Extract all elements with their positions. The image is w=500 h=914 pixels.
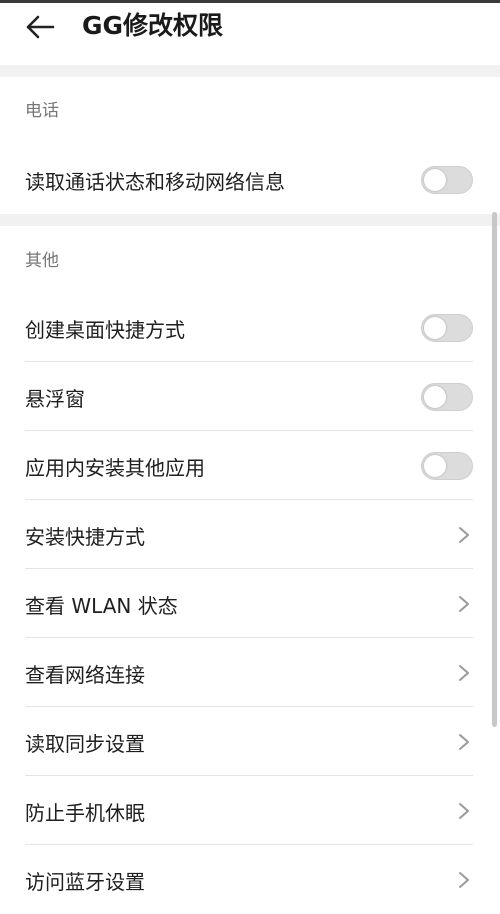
list-item-label: 悬浮窗: [25, 386, 85, 411]
list-item[interactable]: 查看 WLAN 状态: [0, 570, 500, 638]
header-bar: GG修改权限: [0, 3, 500, 65]
section-gap: [0, 214, 500, 226]
list-item-label: 读取同步设置: [25, 731, 145, 756]
list-item[interactable]: 防止手机休眠: [0, 777, 500, 845]
list-item[interactable]: 访问蓝牙设置: [0, 846, 500, 914]
toggle-knob: [424, 455, 446, 477]
list-item-label: 查看 WLAN 状态: [25, 593, 178, 618]
row-divider: [25, 430, 473, 431]
permission-toggle[interactable]: [421, 452, 473, 480]
list-item-label: 访问蓝牙设置: [25, 869, 145, 894]
arrow-left-icon: [26, 15, 55, 39]
section-label-phone: 电话: [25, 101, 59, 121]
list-item[interactable]: 安装快捷方式: [0, 501, 500, 569]
row-divider: [25, 706, 473, 707]
row-divider: [25, 637, 473, 638]
permission-toggle[interactable]: [421, 314, 473, 342]
list-item-label: 应用内安装其他应用: [25, 455, 205, 480]
scrollbar[interactable]: [492, 212, 497, 727]
list-item[interactable]: 读取同步设置: [0, 708, 500, 776]
list-item-label: 安装快捷方式: [25, 524, 145, 549]
list-item-label: 查看网络连接: [25, 662, 145, 687]
chevron-right-icon: [459, 803, 469, 819]
section-label-other: 其他: [25, 251, 59, 271]
list-item-label: 防止手机休眠: [25, 800, 145, 825]
list-item-label: 读取通话状态和移动网络信息: [25, 169, 285, 194]
section-gap: [0, 65, 500, 77]
list-item[interactable]: 创建桌面快捷方式: [0, 294, 500, 362]
toggle-knob: [424, 386, 446, 408]
row-divider: [25, 568, 473, 569]
chevron-right-icon: [459, 527, 469, 543]
list-item[interactable]: 悬浮窗: [0, 363, 500, 431]
toggle-knob: [424, 317, 446, 339]
page-title: GG修改权限: [82, 11, 224, 40]
list-item[interactable]: 查看网络连接: [0, 639, 500, 707]
chevron-right-icon: [459, 734, 469, 750]
chevron-right-icon: [459, 665, 469, 681]
row-divider: [25, 844, 473, 845]
back-button[interactable]: [18, 7, 62, 47]
chevron-right-icon: [459, 872, 469, 888]
row-divider: [25, 499, 473, 500]
list-item-label: 创建桌面快捷方式: [25, 317, 185, 342]
toggle-knob: [424, 169, 446, 191]
permission-toggle[interactable]: [421, 383, 473, 411]
permission-toggle[interactable]: [421, 166, 473, 194]
row-divider: [25, 361, 473, 362]
row-divider: [25, 775, 473, 776]
chevron-right-icon: [459, 596, 469, 612]
list-item[interactable]: 应用内安装其他应用: [0, 432, 500, 500]
list-item[interactable]: 读取通话状态和移动网络信息: [0, 146, 500, 214]
